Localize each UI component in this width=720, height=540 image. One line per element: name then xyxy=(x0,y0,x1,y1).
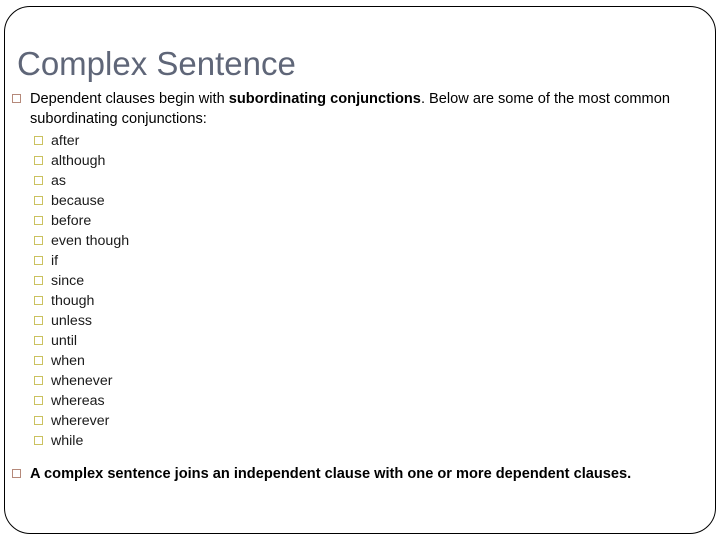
list-item-label: whenever xyxy=(51,373,113,389)
list-item: after xyxy=(0,131,720,151)
list-item-label: because xyxy=(51,193,105,209)
list-item-label: even though xyxy=(51,233,130,249)
list-item-label: as xyxy=(51,173,66,189)
list-item: before xyxy=(0,211,720,231)
square-bullet-icon xyxy=(34,196,43,205)
square-bullet-icon xyxy=(34,336,43,345)
bullet-conclusion: A complex sentence joins an independent … xyxy=(0,465,720,485)
list-item-label: whereas xyxy=(51,393,105,409)
square-bullet-icon xyxy=(34,176,43,185)
square-bullet-icon xyxy=(34,136,43,145)
list-item: when xyxy=(0,351,720,371)
bullet-intro-emphasis: subordinating conjunctions xyxy=(228,91,421,107)
list-item-label: when xyxy=(51,353,85,369)
list-item: whenever xyxy=(0,371,720,391)
square-bullet-icon xyxy=(34,256,43,265)
page-title: Complex Sentence xyxy=(17,45,296,82)
square-bullet-icon xyxy=(34,216,43,225)
list-item: because xyxy=(0,191,720,211)
square-bullet-icon xyxy=(34,376,43,385)
square-bullet-icon xyxy=(34,276,43,285)
list-item-label: since xyxy=(51,273,85,289)
list-item: until xyxy=(0,331,720,351)
list-item-label: if xyxy=(51,253,59,269)
list-item: even though xyxy=(0,231,720,251)
bullet-intro: Dependent clauses begin with subordinati… xyxy=(0,90,720,129)
list-item-label: after xyxy=(51,133,80,149)
square-bullet-icon xyxy=(34,236,43,245)
square-bullet-icon xyxy=(34,156,43,165)
list-item: wherever xyxy=(0,411,720,431)
square-bullet-icon xyxy=(34,316,43,325)
square-bullet-icon xyxy=(34,396,43,405)
list-item: unless xyxy=(0,311,720,331)
list-item-label: before xyxy=(51,213,92,229)
square-bullet-icon xyxy=(12,94,21,103)
slide-body: Dependent clauses begin with subordinati… xyxy=(0,90,720,485)
bullet-intro-lead: Dependent clauses begin with xyxy=(30,91,229,107)
square-bullet-icon xyxy=(34,296,43,305)
list-item: as xyxy=(0,171,720,191)
list-item-label: though xyxy=(51,293,95,309)
list-item-label: although xyxy=(51,153,106,169)
list-item: since xyxy=(0,271,720,291)
bullet-intro-text: Dependent clauses begin with subordinati… xyxy=(30,90,711,129)
list-item: while xyxy=(0,431,720,451)
bullet-conclusion-text: A complex sentence joins an independent … xyxy=(30,466,632,482)
square-bullet-icon xyxy=(34,416,43,425)
conjunction-list: after although as because before even though i… xyxy=(0,131,720,451)
square-bullet-icon xyxy=(34,436,43,445)
square-bullet-icon xyxy=(12,469,21,478)
list-item: if xyxy=(0,251,720,271)
list-item: although xyxy=(0,151,720,171)
list-item-label: until xyxy=(51,333,78,349)
list-item-label: wherever xyxy=(51,413,110,429)
slide: Complex Sentence Dependent clauses begin… xyxy=(0,0,720,540)
square-bullet-icon xyxy=(34,356,43,365)
list-item: though xyxy=(0,291,720,311)
list-item-label: while xyxy=(51,433,84,449)
list-item-label: unless xyxy=(51,313,93,329)
list-item: whereas xyxy=(0,391,720,411)
